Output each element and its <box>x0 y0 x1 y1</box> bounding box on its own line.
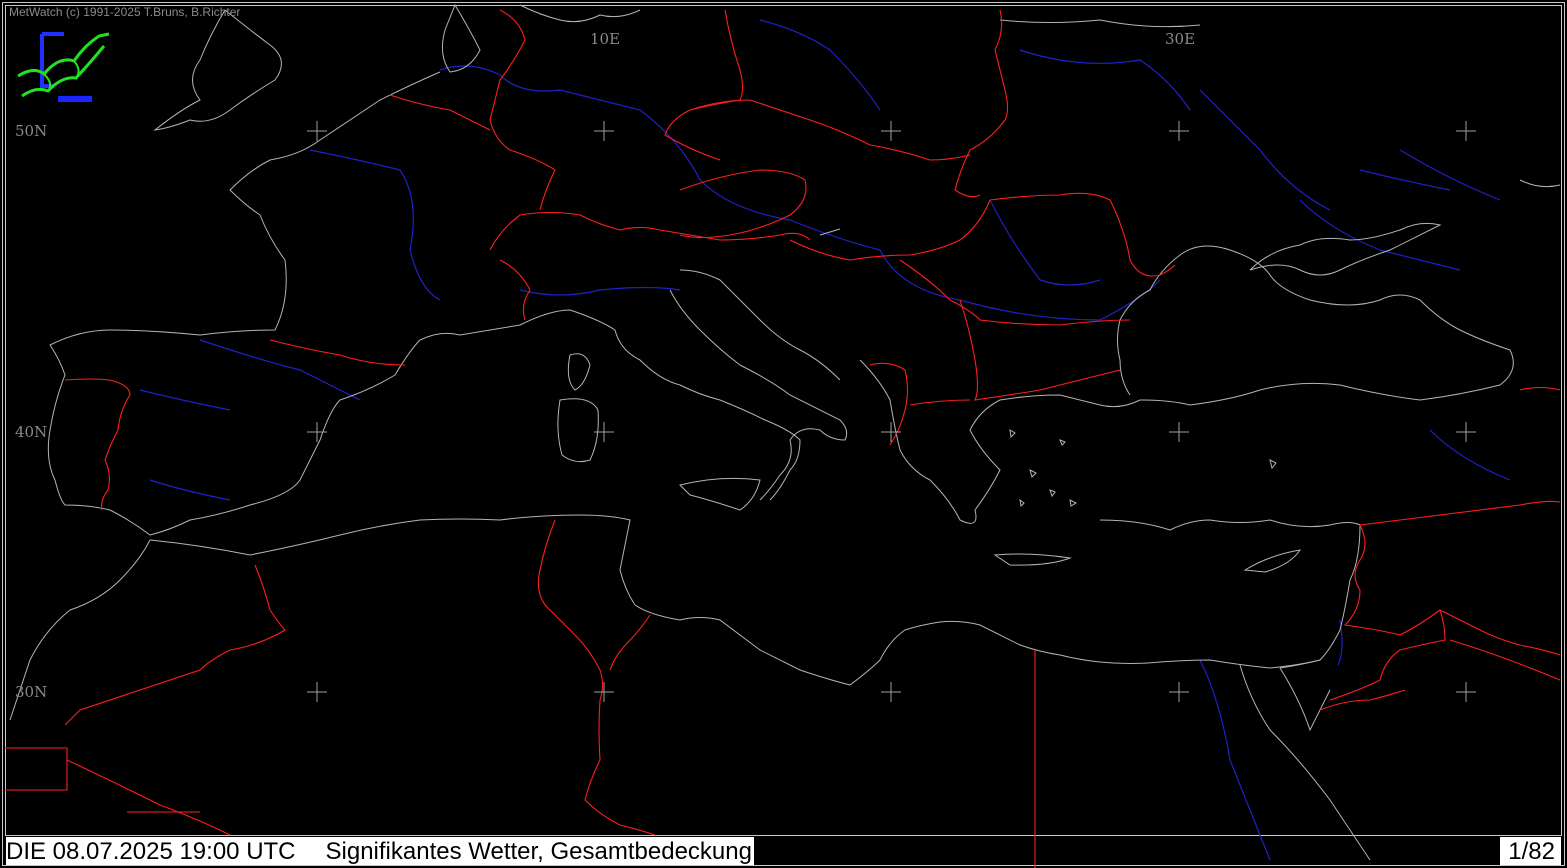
country-borders <box>5 9 1561 868</box>
lat-label-40n: 40N <box>15 423 47 441</box>
forecast-datetime: DIE 08.07.2025 19:00 UTC <box>6 838 296 865</box>
status-bar-title: DIE 08.07.2025 19:00 UTC Signifikantes We… <box>6 837 754 865</box>
copyright-text: MetWatch (c) 1991-2025 T.Bruns, B.Richte… <box>9 5 241 19</box>
metwatch-logo-icon <box>17 32 110 102</box>
product-name: Signifikantes Wetter, Gesamtbedeckung <box>325 838 752 865</box>
rivers <box>139 19 1511 861</box>
coastlines <box>9 3 1561 861</box>
lon-label-10e: 10E <box>590 30 620 48</box>
weather-map[interactable]: 10E 30E 50N 40N 30N <box>0 0 1567 868</box>
lat-label-30n: 30N <box>15 683 47 701</box>
page-counter[interactable]: 1/82 <box>1500 837 1561 865</box>
map-frame <box>2 2 1565 866</box>
lat-label-50n: 50N <box>15 122 47 140</box>
lon-label-30e: 30E <box>1165 30 1195 48</box>
map-frame-inner <box>5 5 1562 836</box>
